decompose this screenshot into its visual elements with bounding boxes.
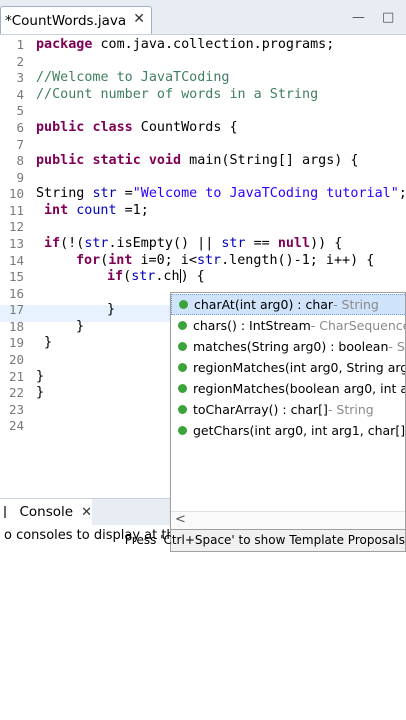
line-number: 16 (8, 286, 24, 301)
line-number: 21 (8, 369, 24, 384)
completion-item[interactable]: regionMatches(boolean arg0, int arg1, St… (171, 378, 405, 399)
line-number: 4 (16, 87, 24, 102)
code-line-11: int count =1; (44, 203, 149, 218)
code-line-1: package com.java.collection.programs; (36, 37, 335, 52)
line-number: 14 (8, 253, 24, 268)
code-line-8: public static void main(String[] args) { (36, 153, 359, 168)
code-line-21: } (36, 369, 45, 384)
completion-item[interactable]: matches(String arg0) : boolean - String (171, 336, 405, 357)
line-number: 19 (8, 335, 24, 350)
line-number: 24 (8, 418, 24, 433)
minimize-icon[interactable]: — (352, 10, 365, 25)
line-number: 15 (8, 269, 24, 284)
code-line-18: } (76, 319, 85, 334)
completion-item[interactable]: regionMatches(int arg0, String arg1, int… (171, 357, 405, 378)
code-line-22: } (36, 385, 45, 400)
completion-item[interactable]: toCharArray() : char[] - String (171, 399, 405, 420)
line-number: 11 (8, 203, 24, 218)
tab-console[interactable]: Console ✕ (0, 499, 92, 525)
line-number: 23 (8, 402, 24, 417)
console-tab-label: Console (19, 504, 74, 520)
close-icon[interactable]: ✕ (81, 505, 92, 520)
code-line-17: } (107, 302, 116, 317)
public-method-icon (178, 321, 187, 330)
public-method-icon (178, 363, 187, 372)
line-number: 5 (16, 103, 24, 118)
code-line-4: //Count number of words in a String (36, 87, 319, 102)
code-line-3: //Welcome to JavaTCoding (36, 70, 230, 85)
tab-title: *CountWords.java (5, 12, 127, 29)
line-number: 1 (16, 37, 24, 52)
console-icon (4, 506, 15, 518)
completion-item[interactable]: getChars(int arg0, int arg1, char[] arg2… (171, 420, 405, 441)
content-assist-status-bar: Press 'Ctrl+Space' to show Template Prop… (125, 530, 406, 552)
code-line-13: if(!(str.isEmpty() || str == null)) { (44, 236, 343, 251)
popup-horizontal-scrollbar[interactable]: < (171, 511, 405, 529)
public-method-icon (178, 342, 187, 351)
line-number: 13 (8, 236, 24, 251)
completion-item[interactable]: charAt(int arg0) : char - String (171, 294, 405, 315)
code-line-19: } (44, 335, 53, 350)
code-line-14: for(int i=0; i<str.length()-1; i++) { (76, 253, 375, 268)
line-number: 8 (16, 153, 24, 168)
line-number: 12 (8, 219, 24, 234)
line-number: 22 (8, 385, 24, 400)
public-method-icon (179, 300, 188, 309)
completion-item[interactable]: chars() : IntStream - CharSequence (171, 315, 405, 336)
public-method-icon (178, 384, 187, 393)
line-number: 10 (8, 186, 24, 201)
blank-area (0, 552, 406, 720)
code-line-15: if(str.ch) { (107, 269, 205, 284)
code-line-6: public class CountWords { (36, 120, 238, 135)
close-icon[interactable]: ✕ (133, 11, 145, 27)
scroll-left-icon[interactable]: < (175, 512, 186, 527)
line-number: 6 (16, 120, 24, 135)
line-number: 9 (16, 170, 24, 185)
tab-countwords-java[interactable]: *CountWords.java ✕ (0, 6, 152, 34)
line-number: 2 (16, 54, 24, 69)
line-number: 17 (8, 302, 24, 317)
content-assist-popup[interactable]: charAt(int arg0) : char - String chars()… (170, 292, 406, 530)
content-assist-hint: Press 'Ctrl+Space' to show Template Prop… (124, 533, 405, 547)
line-number: 7 (16, 137, 24, 152)
line-number: 3 (16, 70, 24, 85)
line-number: 18 (8, 319, 24, 334)
code-line-10: String str ="Welcome to JavaTCoding tuto… (36, 186, 406, 201)
line-number: 20 (8, 352, 24, 367)
public-method-icon (178, 426, 187, 435)
editor-tab-bar: *CountWords.java ✕ — □ (0, 0, 406, 35)
public-method-icon (178, 405, 187, 414)
maximize-icon[interactable]: □ (382, 10, 394, 25)
